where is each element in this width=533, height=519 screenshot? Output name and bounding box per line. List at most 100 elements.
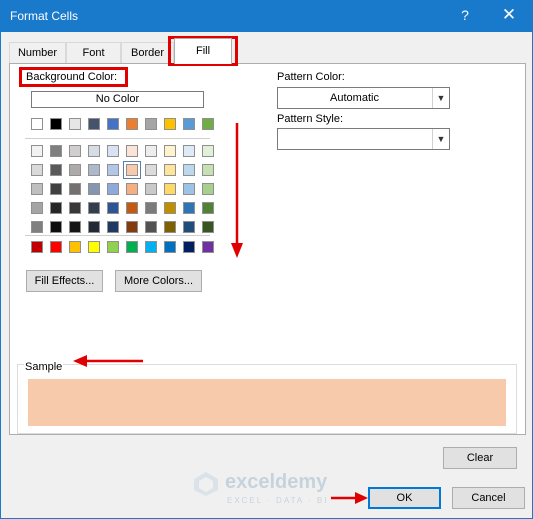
color-swatch[interactable] <box>164 164 176 176</box>
color-swatch[interactable] <box>183 241 195 253</box>
color-swatch[interactable] <box>88 241 100 253</box>
color-swatch[interactable] <box>31 118 43 130</box>
color-swatch[interactable] <box>69 145 81 157</box>
clear-button[interactable]: Clear <box>443 447 517 469</box>
color-swatch[interactable] <box>183 118 195 130</box>
color-swatch[interactable] <box>202 118 214 130</box>
color-swatch[interactable] <box>145 118 157 130</box>
color-swatch[interactable] <box>145 183 157 195</box>
color-swatch[interactable] <box>69 183 81 195</box>
color-swatch[interactable] <box>69 202 81 214</box>
color-swatch[interactable] <box>183 164 195 176</box>
color-swatch[interactable] <box>164 241 176 253</box>
fill-effects-button[interactable]: Fill Effects... <box>26 270 103 292</box>
color-swatch[interactable] <box>88 145 100 157</box>
no-color-button[interactable]: No Color <box>31 91 204 108</box>
color-swatch[interactable] <box>145 202 157 214</box>
color-swatch[interactable] <box>31 145 43 157</box>
color-swatch[interactable] <box>164 202 176 214</box>
color-swatch[interactable] <box>202 183 214 195</box>
color-swatch[interactable] <box>164 145 176 157</box>
cancel-button[interactable]: Cancel <box>452 487 525 509</box>
color-swatch[interactable] <box>69 164 81 176</box>
color-swatch[interactable] <box>202 241 214 253</box>
color-swatch[interactable] <box>107 164 119 176</box>
color-swatch[interactable] <box>31 221 43 233</box>
color-swatch[interactable] <box>50 221 62 233</box>
color-swatch[interactable] <box>88 164 100 176</box>
color-swatch[interactable] <box>107 183 119 195</box>
color-swatch[interactable] <box>50 183 62 195</box>
ok-button[interactable]: OK <box>368 487 441 509</box>
more-colors-button[interactable]: More Colors... <box>115 270 202 292</box>
tab-font[interactable]: Font <box>66 42 121 64</box>
color-swatch[interactable] <box>126 221 138 233</box>
color-swatch[interactable] <box>164 118 176 130</box>
color-swatch[interactable] <box>183 145 195 157</box>
color-swatch[interactable] <box>145 145 157 157</box>
pattern-style-dropdown[interactable]: ▼ <box>277 128 450 150</box>
color-swatch[interactable] <box>126 118 138 130</box>
pattern-color-value: Automatic <box>330 92 379 104</box>
tab-border[interactable]: Border <box>121 42 174 64</box>
color-swatch[interactable] <box>88 202 100 214</box>
sample-preview <box>28 379 506 426</box>
watermark-name: exceldemy <box>225 471 328 493</box>
color-swatch[interactable] <box>164 221 176 233</box>
color-swatch[interactable] <box>50 145 62 157</box>
color-swatch[interactable] <box>126 145 138 157</box>
color-swatch[interactable] <box>164 183 176 195</box>
color-swatch[interactable] <box>50 241 62 253</box>
color-swatch[interactable] <box>145 164 157 176</box>
color-swatch[interactable] <box>107 145 119 157</box>
pattern-color-dropdown[interactable]: Automatic ▼ <box>277 87 450 109</box>
color-swatch[interactable] <box>183 221 195 233</box>
color-swatch[interactable] <box>145 221 157 233</box>
palette-separator <box>25 138 210 139</box>
color-swatch[interactable] <box>88 183 100 195</box>
sample-arrow-annotation <box>73 355 143 367</box>
pattern-style-label: Pattern Style: <box>277 113 344 125</box>
color-swatch[interactable] <box>31 164 43 176</box>
color-swatch[interactable] <box>183 183 195 195</box>
color-swatch[interactable] <box>202 145 214 157</box>
color-swatch[interactable] <box>202 221 214 233</box>
color-swatch[interactable] <box>126 183 138 195</box>
down-arrow-annotation <box>231 123 243 258</box>
color-swatch[interactable] <box>69 118 81 130</box>
color-swatch[interactable] <box>31 241 43 253</box>
chevron-down-icon[interactable]: ▼ <box>432 88 449 108</box>
ok-arrow-annotation <box>331 492 368 504</box>
chevron-down-icon[interactable]: ▼ <box>432 129 449 149</box>
color-swatch[interactable] <box>69 221 81 233</box>
color-swatch[interactable] <box>145 241 157 253</box>
watermark-subtitle: EXCEL · DATA · BI <box>227 496 329 505</box>
color-swatch[interactable] <box>202 164 214 176</box>
color-swatch[interactable] <box>31 202 43 214</box>
color-swatch[interactable] <box>126 241 138 253</box>
color-swatch[interactable] <box>69 241 81 253</box>
pattern-color-label: Pattern Color: <box>277 71 345 83</box>
color-swatch[interactable] <box>50 202 62 214</box>
tab-fill[interactable]: Fill <box>174 38 232 64</box>
color-swatch[interactable] <box>107 221 119 233</box>
color-swatch[interactable] <box>123 161 141 179</box>
color-swatch[interactable] <box>202 202 214 214</box>
color-swatch[interactable] <box>88 118 100 130</box>
color-swatch[interactable] <box>107 202 119 214</box>
color-swatch[interactable] <box>183 202 195 214</box>
color-swatch[interactable] <box>50 118 62 130</box>
color-swatch[interactable] <box>88 221 100 233</box>
exceldemy-logo-icon <box>194 472 218 496</box>
sample-label: Sample <box>24 361 64 373</box>
color-swatch[interactable] <box>126 202 138 214</box>
help-icon[interactable]: ? <box>456 7 474 23</box>
color-swatch[interactable] <box>31 183 43 195</box>
color-swatch[interactable] <box>107 118 119 130</box>
color-swatch[interactable] <box>107 241 119 253</box>
color-swatch[interactable] <box>50 164 62 176</box>
dialog-title: Format Cells <box>10 9 79 23</box>
tab-number[interactable]: Number <box>9 42 66 64</box>
title-bar: Format Cells ? ✕ <box>1 1 532 32</box>
close-icon[interactable]: ✕ <box>497 5 521 25</box>
